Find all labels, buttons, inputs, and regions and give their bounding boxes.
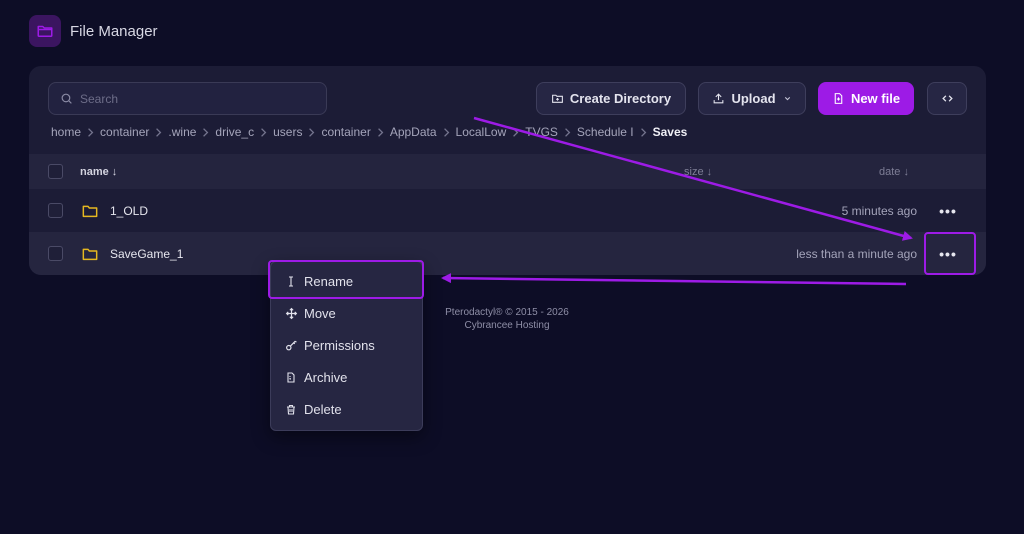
text-cursor-icon bbox=[284, 275, 298, 288]
file-name[interactable]: SaveGame_1 bbox=[110, 247, 183, 261]
breadcrumb-item[interactable]: users bbox=[273, 125, 302, 139]
breadcrumb-item[interactable]: TVGS bbox=[525, 125, 558, 139]
folder-icon bbox=[82, 204, 98, 218]
footer-copyright: Pterodactyl® © 2015 - 2026 bbox=[445, 307, 569, 318]
breadcrumb-item[interactable]: AppData bbox=[390, 125, 437, 139]
breadcrumb-item[interactable]: .wine bbox=[168, 125, 196, 139]
file-manager-panel: Create Directory Upload New file home con… bbox=[29, 66, 986, 275]
file-plus-icon bbox=[832, 92, 845, 105]
row-checkbox[interactable] bbox=[48, 203, 63, 218]
chevron-right-icon bbox=[443, 127, 450, 137]
breadcrumb: home container .wine drive_c users container A… bbox=[51, 124, 687, 140]
chevron-right-icon bbox=[260, 127, 267, 137]
column-name-header[interactable]: name ↓ bbox=[80, 166, 117, 178]
page-title: File Manager bbox=[70, 22, 158, 40]
menu-item-archive[interactable]: Archive bbox=[271, 361, 424, 393]
menu-item-label: Delete bbox=[304, 401, 342, 417]
chevron-right-icon bbox=[87, 127, 94, 137]
search-box[interactable] bbox=[48, 82, 327, 115]
column-size-header[interactable]: size ↓ bbox=[684, 166, 712, 178]
app-header: File Manager bbox=[29, 15, 158, 47]
chevron-right-icon bbox=[202, 127, 209, 137]
row-checkbox[interactable] bbox=[48, 246, 63, 261]
chevron-right-icon bbox=[640, 127, 647, 137]
chevron-right-icon bbox=[512, 127, 519, 137]
file-date: 5 minutes ago bbox=[841, 203, 917, 218]
file-date: less than a minute ago bbox=[796, 246, 917, 261]
search-input[interactable] bbox=[80, 91, 300, 106]
code-view-button[interactable] bbox=[927, 82, 967, 115]
more-options-button[interactable]: ••• bbox=[934, 197, 962, 225]
breadcrumb-item[interactable]: drive_c bbox=[215, 125, 254, 139]
chevron-right-icon bbox=[564, 127, 571, 137]
table-header: name ↓ size ↓ date ↓ bbox=[29, 154, 986, 189]
menu-item-delete[interactable]: Delete bbox=[271, 393, 424, 425]
folder-plus-icon bbox=[551, 92, 564, 105]
menu-item-permissions[interactable]: Permissions bbox=[271, 329, 424, 361]
menu-item-label: Permissions bbox=[304, 337, 375, 353]
create-directory-button[interactable]: Create Directory bbox=[536, 82, 686, 115]
menu-item-rename[interactable]: Rename bbox=[271, 265, 424, 297]
upload-icon bbox=[712, 92, 725, 105]
chevron-right-icon bbox=[308, 127, 315, 137]
folder-icon bbox=[82, 247, 98, 261]
breadcrumb-item[interactable]: LocalLow bbox=[456, 125, 507, 139]
new-file-button[interactable]: New file bbox=[818, 82, 914, 115]
more-options-button[interactable]: ••• bbox=[934, 240, 962, 268]
select-all-checkbox[interactable] bbox=[48, 164, 63, 179]
search-icon bbox=[60, 92, 73, 105]
key-icon bbox=[284, 339, 298, 352]
new-file-label: New file bbox=[850, 91, 901, 106]
upload-label: Upload bbox=[731, 91, 776, 106]
upload-button[interactable]: Upload bbox=[698, 82, 806, 115]
code-icon bbox=[941, 92, 954, 105]
column-date-header[interactable]: date ↓ bbox=[879, 166, 909, 178]
footer-host: Cybrancee Hosting bbox=[464, 320, 550, 331]
table-row[interactable]: SaveGame_1 less than a minute ago ••• bbox=[29, 232, 986, 275]
breadcrumb-item[interactable]: home bbox=[51, 125, 81, 139]
menu-item-label: Move bbox=[304, 305, 336, 321]
footer: Pterodactyl® © 2015 - 2026 Cybrancee Hos… bbox=[407, 306, 607, 332]
chevron-right-icon bbox=[377, 127, 384, 137]
menu-item-move[interactable]: Move bbox=[271, 297, 424, 329]
table-row[interactable]: 1_OLD 5 minutes ago ••• bbox=[29, 189, 986, 232]
chevron-down-icon bbox=[783, 94, 792, 103]
breadcrumb-item[interactable]: Schedule I bbox=[577, 125, 634, 139]
context-menu: Rename Move Permissions Archive Delete bbox=[270, 261, 423, 431]
menu-item-label: Rename bbox=[304, 273, 354, 289]
breadcrumb-item[interactable]: container bbox=[321, 125, 370, 139]
chevron-right-icon bbox=[155, 127, 162, 137]
folder-icon bbox=[29, 15, 61, 47]
breadcrumb-current: Saves bbox=[652, 125, 688, 139]
annotation-arrow bbox=[441, 273, 907, 286]
menu-item-label: Archive bbox=[304, 369, 348, 385]
breadcrumb-item[interactable]: container bbox=[100, 125, 149, 139]
file-name[interactable]: 1_OLD bbox=[110, 204, 148, 218]
trash-icon bbox=[284, 403, 298, 416]
create-directory-label: Create Directory bbox=[569, 91, 672, 106]
move-arrows-icon bbox=[284, 307, 298, 320]
archive-icon bbox=[284, 371, 298, 384]
